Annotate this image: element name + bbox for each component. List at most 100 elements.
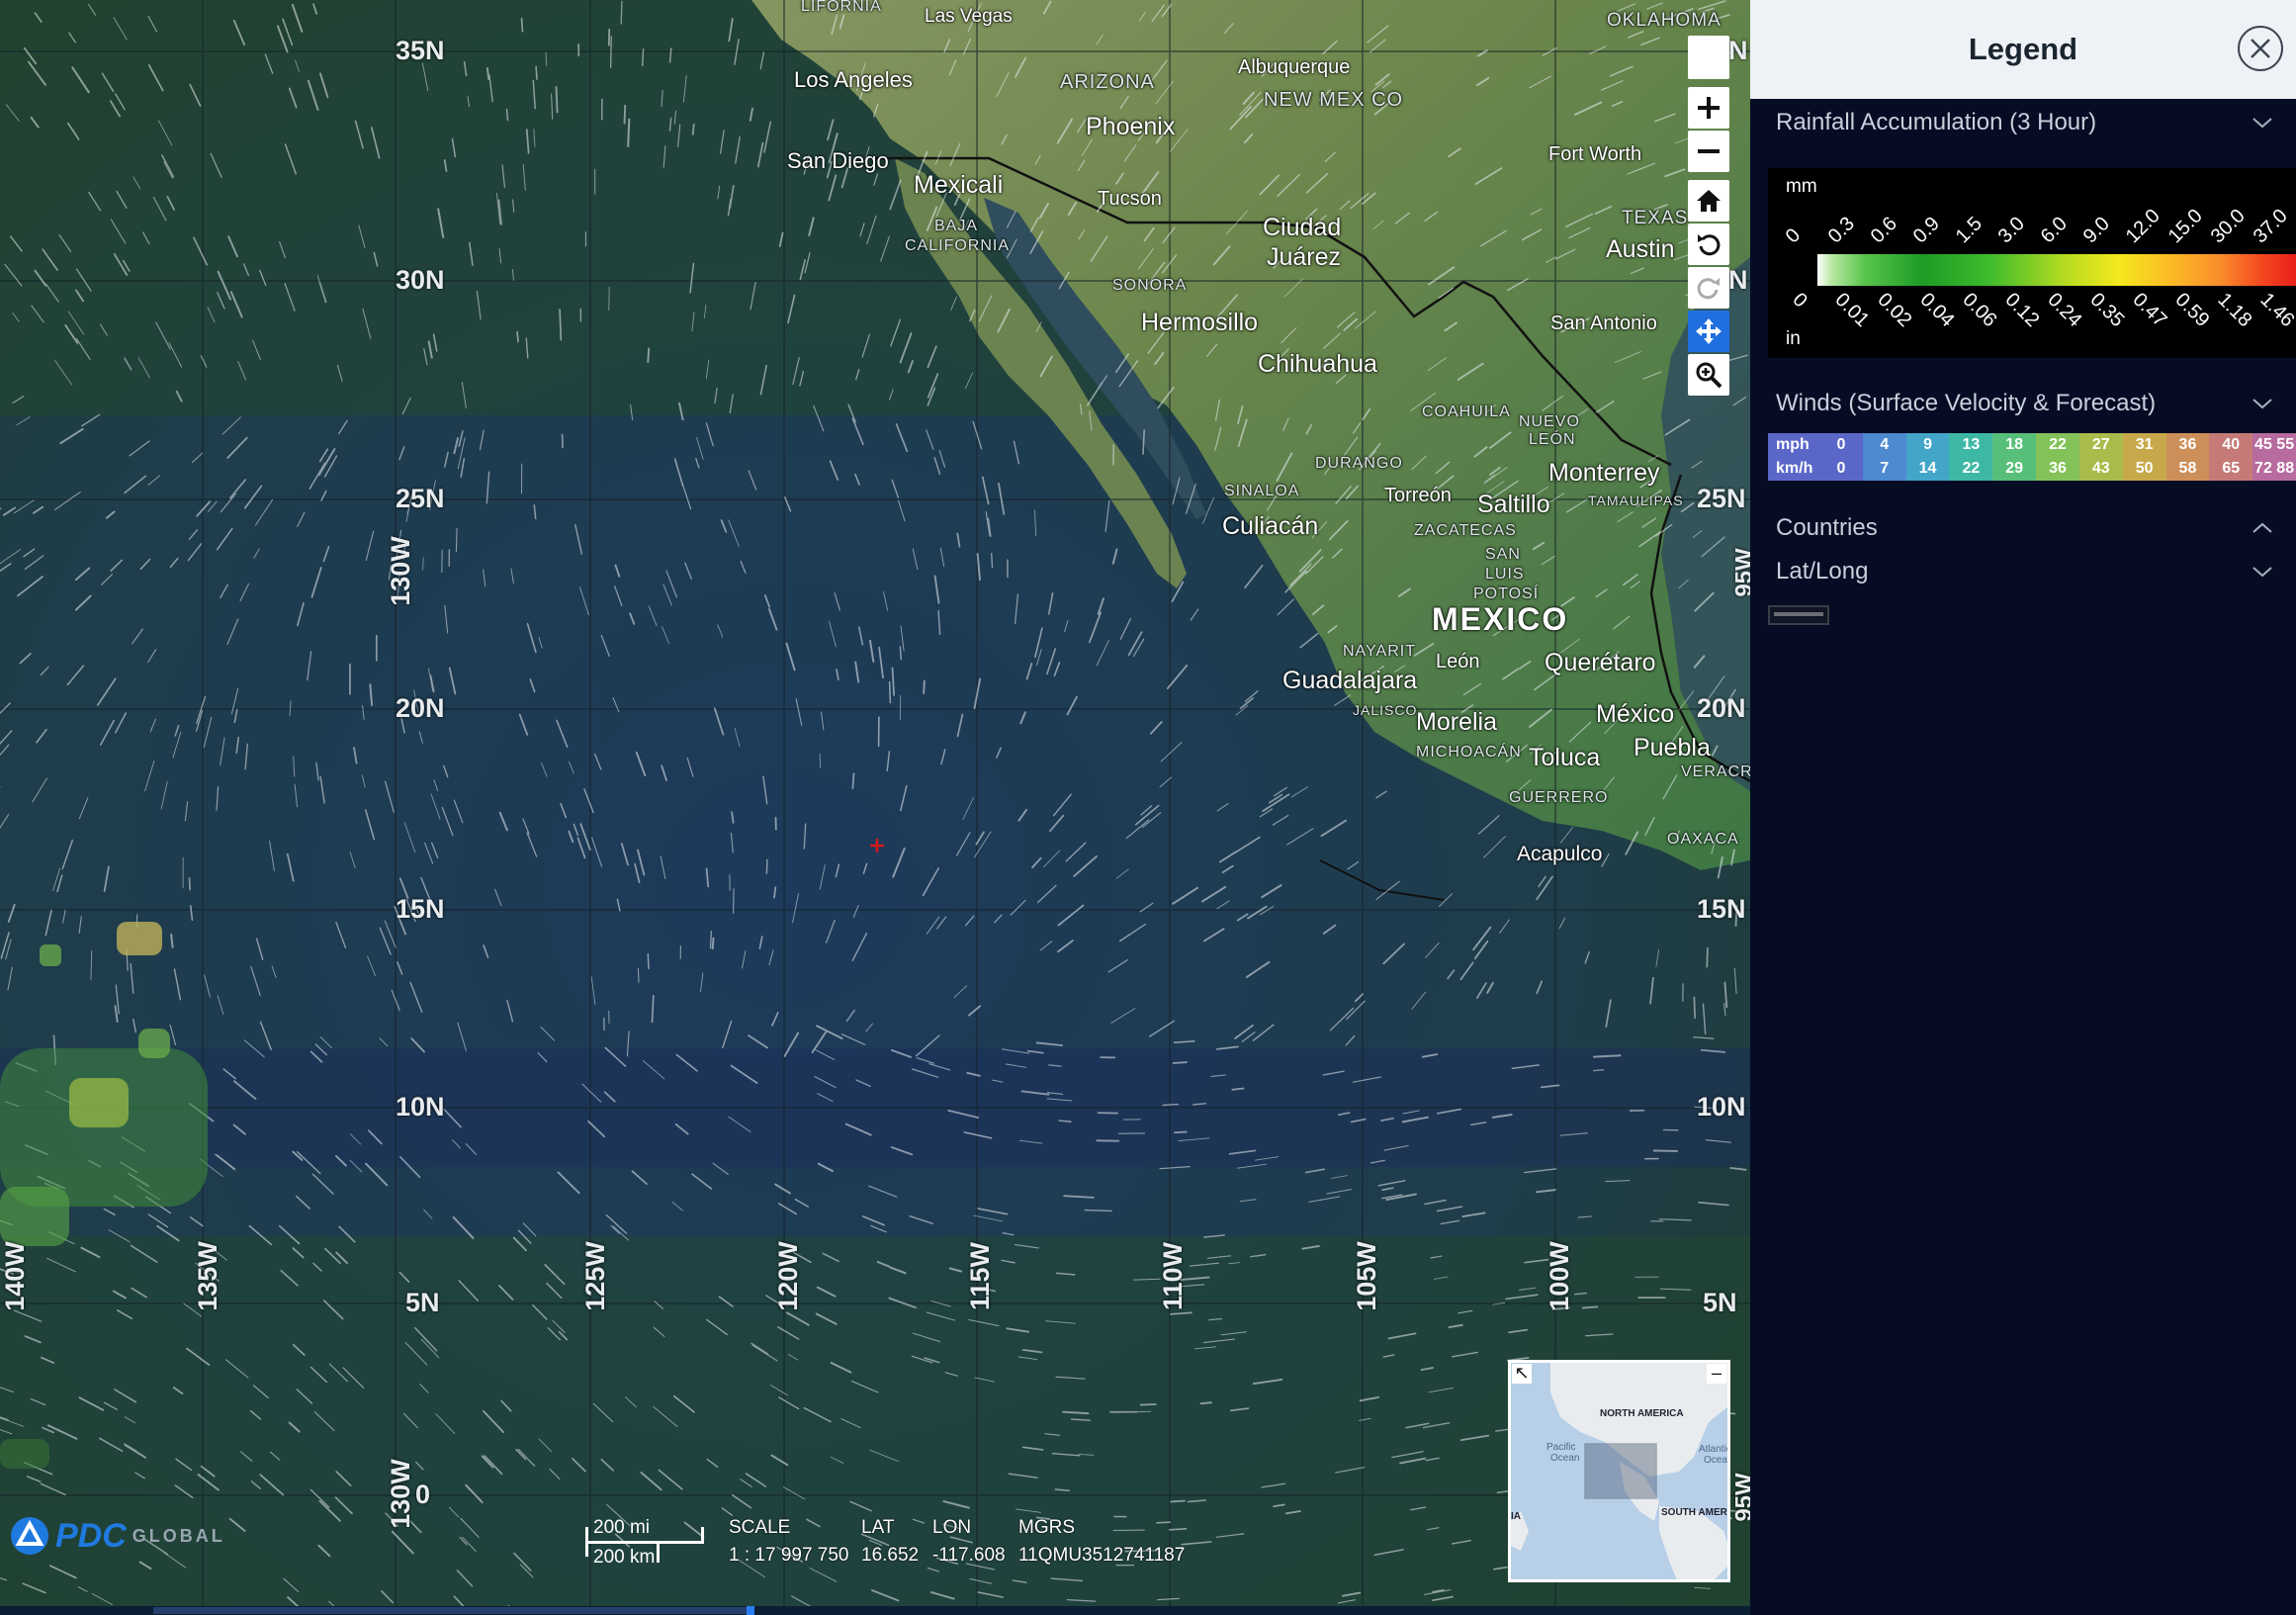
rainfall-mm-tick: 0.6	[1866, 213, 1901, 248]
chevron-down-icon	[2252, 567, 2272, 578]
label-san-diego: San Diego	[787, 148, 889, 173]
wind-streak	[851, 772, 855, 789]
rainfall-mm-tick: 0.3	[1823, 213, 1859, 248]
section-latlong-header[interactable]: Lat/Long	[1750, 550, 2296, 593]
wind-streak	[1058, 1120, 1072, 1122]
zoom-in-button[interactable]	[1688, 87, 1729, 129]
pan-button[interactable]	[1688, 311, 1729, 352]
rainfall-mm-tick: 6.0	[2036, 213, 2072, 248]
lat-label: LAT	[861, 1517, 895, 1538]
rainfall-color-scale: mm in 0 0.3 0.6 0.9 1.5 3.0 6.0 9.0 12.0 15.0 30.0…	[1768, 168, 2296, 358]
label-puebla: Puebla	[1634, 734, 1711, 762]
overview-minimap[interactable]: NORTH AMERICA Pacific Ocean Atlantic Oce…	[1508, 1360, 1730, 1582]
label-queretaro: Querétaro	[1545, 649, 1656, 676]
label-torreon: Torreón	[1384, 485, 1452, 506]
label-austin: Austin	[1606, 235, 1675, 263]
latlong-line	[1774, 612, 1823, 616]
minimap-asia: IA	[1511, 1511, 1521, 1522]
lat-label-right-30n: N	[1728, 265, 1748, 295]
wind-streak	[709, 930, 713, 949]
minimap-atlantic: Atlantic	[1699, 1444, 1730, 1455]
lon-label-125w: 125W	[579, 1241, 610, 1311]
wind-kmh-cell: 22	[1949, 457, 1993, 481]
wind-streak	[1593, 1054, 1622, 1058]
wind-mph-cell: 9	[1905, 433, 1950, 457]
label-fort-worth: Fort Worth	[1548, 143, 1642, 165]
lon-label-110w: 110W	[1158, 1241, 1189, 1311]
legend-close-button[interactable]	[2238, 26, 2283, 71]
wind-streak	[535, 65, 538, 80]
pan-arrows-icon	[1696, 318, 1722, 344]
scale-bar: 200 mi 200 km	[583, 1517, 704, 1568]
minimap-collapse-button[interactable]: –	[1707, 1364, 1726, 1384]
rotate-back-button[interactable]	[1688, 224, 1729, 265]
wind-streak	[1139, 1403, 1157, 1406]
lon-label-130w-bottom: 130W	[385, 1459, 415, 1529]
rotate-forward-button[interactable]	[1688, 267, 1729, 309]
wind-mph-cell: 36	[2165, 433, 2210, 457]
label-sinaloa: SINALOA	[1224, 483, 1300, 499]
wind-streak	[188, 877, 191, 891]
rainfall-mm-tick: 12.0	[2121, 205, 2164, 248]
wind-streak	[1581, 1305, 1599, 1309]
label-acapulco: Acapulco	[1517, 843, 1603, 865]
lon-value: -117.608	[932, 1545, 1006, 1566]
section-rainfall-header[interactable]: Rainfall Accumulation (3 Hour)	[1750, 101, 2296, 144]
label-jalisco: JALISCO	[1353, 702, 1418, 718]
wind-streak	[991, 552, 994, 569]
timeline-strip[interactable]	[0, 1606, 1750, 1615]
lon-label-95w-top: 95W	[1730, 548, 1750, 597]
label-leon-state: LEÓN	[1529, 431, 1576, 448]
map-background	[0, 0, 1750, 1615]
zoom-out-button[interactable]	[1688, 131, 1729, 172]
scale-km: 200 km	[593, 1547, 656, 1568]
wind-streak	[559, 309, 563, 341]
rotate-left-icon	[1698, 234, 1721, 256]
zoom-box-button[interactable]	[1688, 354, 1729, 396]
home-button[interactable]	[1688, 180, 1729, 222]
legend-header: Legend	[1750, 0, 2296, 99]
label-texas: TEXAS	[1622, 208, 1689, 228]
section-countries-header[interactable]: Countries	[1750, 506, 2296, 550]
rainfall-in-tick: 0	[1788, 289, 1811, 313]
rainfall-mm-tick: 0.9	[1908, 213, 1944, 248]
rainfall-mm-tick: 15.0	[2164, 205, 2207, 248]
label-sonora: SONORA	[1112, 277, 1188, 294]
wind-kmh-cell: 65	[2209, 457, 2253, 481]
label-los-angeles: Los Angeles	[794, 67, 913, 93]
lon-label-140w: 140W	[0, 1241, 30, 1311]
map-view[interactable]: 35N 30N 25N 20N 15N 10N 5N 0 N N 25N 20N…	[0, 0, 1750, 1615]
wind-streak	[1706, 946, 1709, 968]
section-countries-title: Countries	[1776, 514, 1878, 541]
label-hermosillo: Hermosillo	[1141, 309, 1259, 336]
wind-mph-cell: 40	[2209, 433, 2253, 457]
label-mexico-city: México	[1596, 700, 1675, 728]
blank-tool-button[interactable]	[1688, 36, 1729, 79]
wind-kmh-cell: 58	[2165, 457, 2210, 481]
wind-kmh-cell: 7	[1862, 457, 1906, 481]
wind-streak	[691, 123, 695, 135]
minimap-expand-button[interactable]: ↖	[1512, 1364, 1532, 1384]
label-coahuila: COAHUILA	[1422, 404, 1511, 420]
label-baja: BAJA	[934, 218, 979, 234]
logo-brand: PDC	[55, 1516, 127, 1555]
lat-label-25n: 25N	[396, 484, 445, 513]
wind-streak	[637, 967, 640, 983]
lon-label-130w-top: 130W	[385, 536, 415, 606]
rainfall-in-tick: 0.35	[2085, 289, 2129, 332]
pdc-logo: PDC GLOBAL	[10, 1516, 225, 1556]
section-winds-header[interactable]: Winds (Surface Velocity & Forecast)	[1750, 382, 2296, 425]
wind-unit-kmh: km/h	[1768, 457, 1819, 481]
lat-label-15n: 15N	[396, 894, 445, 924]
label-durango: DURANGO	[1315, 455, 1403, 472]
label-san: SAN	[1485, 546, 1521, 563]
app-root: 35N 30N 25N 20N 15N 10N 5N 0 N N 25N 20N…	[0, 0, 2296, 1615]
wind-streak	[486, 67, 490, 81]
wind-streak	[516, 330, 519, 343]
wind-mph-cell: 22	[2036, 433, 2079, 457]
timeline-handle[interactable]	[747, 1606, 754, 1615]
rainfall-gradient-bar	[1817, 254, 2296, 286]
lon-label-105w: 105W	[1351, 1241, 1381, 1311]
lat-label-5n: 5N	[405, 1288, 440, 1317]
wind-streak	[455, 527, 458, 553]
